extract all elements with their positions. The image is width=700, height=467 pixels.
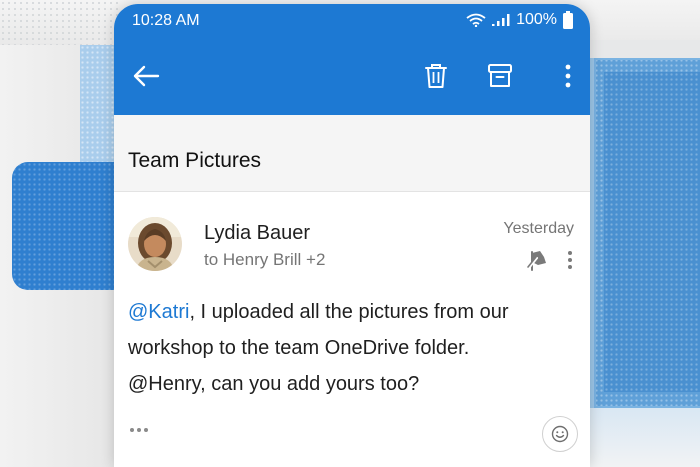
message-more-button[interactable] [560, 246, 580, 274]
body-text-span: , I uploaded all the pictures from our [189, 301, 509, 323]
battery-percent: 100% [516, 11, 557, 28]
status-time: 10:28 AM [132, 12, 200, 29]
more-vertical-icon [568, 251, 572, 269]
background-blue-panel-inner [604, 72, 700, 392]
background-pattern [0, 0, 120, 45]
avatar[interactable] [128, 217, 182, 271]
arrow-left-icon [133, 65, 160, 87]
body-line-3: @Henry, can you add yours too? [128, 373, 420, 395]
smiley-icon [551, 425, 569, 443]
recipients[interactable]: to Henry Brill +2 [204, 250, 325, 270]
message-body: @Katri, I uploaded all the pictures from… [128, 294, 580, 402]
flag-button[interactable] [526, 248, 550, 272]
archive-button[interactable] [482, 58, 518, 94]
status-indicators: 100% [466, 11, 574, 29]
background-bottom-right [588, 408, 700, 467]
body-line-1: @Katri, I uploaded all the pictures from… [128, 294, 580, 330]
more-vertical-icon [565, 64, 571, 88]
more-options-button[interactable] [550, 58, 586, 94]
subject-bar: Team Pictures [114, 115, 590, 192]
signal-icon [492, 14, 510, 26]
delete-button[interactable] [418, 58, 454, 94]
sender-name[interactable]: Lydia Bauer [204, 222, 310, 245]
phone-screen: 10:28 AM 100% Team Pictures Lydia Bauer … [114, 4, 590, 467]
body-line-2: workshop to the team OneDrive folder. [128, 337, 470, 359]
archive-icon [488, 64, 512, 87]
dot [137, 428, 141, 432]
dot [144, 428, 148, 432]
trash-icon [425, 64, 447, 88]
flag-icon [527, 251, 546, 271]
wifi-icon [466, 13, 486, 27]
battery-icon [563, 11, 573, 29]
status-bar: 10:28 AM 100% [114, 4, 590, 40]
reaction-button[interactable] [542, 416, 578, 452]
show-quoted-button[interactable] [130, 420, 160, 440]
mention-link[interactable]: @Katri [128, 301, 189, 323]
message-date: Yesterday [503, 220, 574, 237]
avatar-photo [128, 217, 182, 271]
message-toolbar [114, 40, 590, 115]
dot [130, 428, 134, 432]
message-subject: Team Pictures [128, 149, 262, 172]
back-button[interactable] [128, 58, 164, 94]
